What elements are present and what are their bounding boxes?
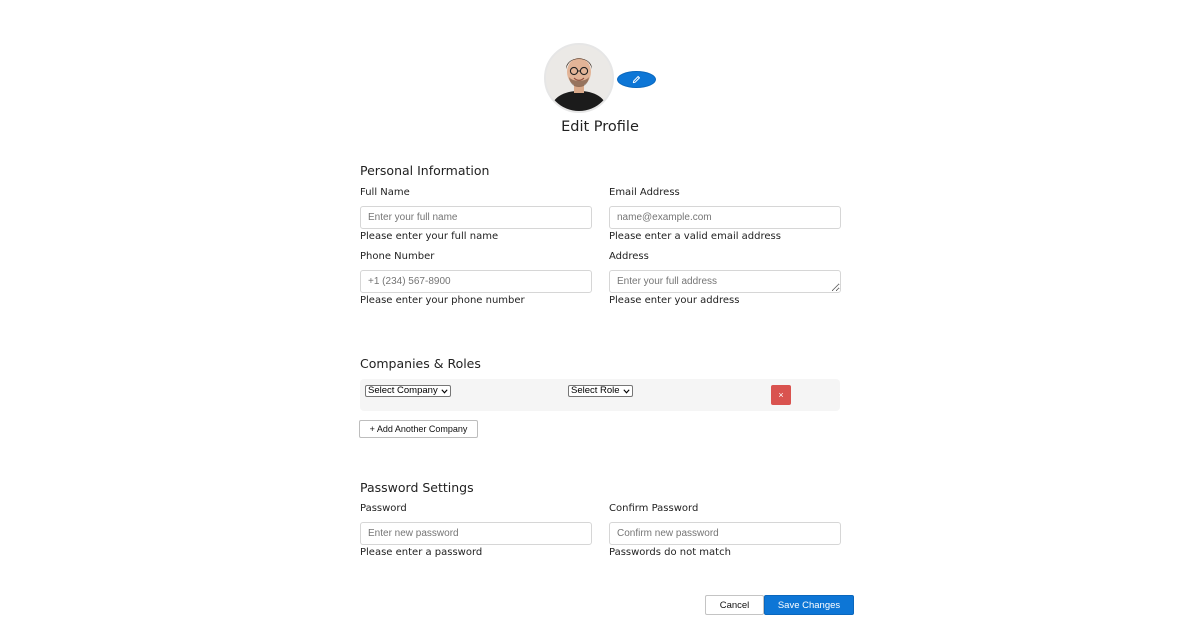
phone-help: Please enter your phone number	[360, 295, 525, 306]
role-select[interactable]: Select Role	[568, 385, 633, 397]
full-name-input[interactable]	[360, 206, 592, 229]
confirm-password-label: Confirm Password	[609, 503, 699, 514]
email-label: Email Address	[609, 187, 680, 198]
pencil-icon	[632, 76, 640, 84]
company-select-value: Select Company	[368, 385, 438, 396]
remove-company-button[interactable]: ×	[771, 385, 791, 405]
password-help: Please enter a password	[360, 547, 483, 558]
confirm-password-input[interactable]	[609, 522, 841, 545]
companies-heading: Companies & Roles	[360, 356, 481, 371]
full-name-label: Full Name	[360, 187, 410, 198]
password-group: Password Please enter a password	[360, 503, 592, 559]
address-group: Address Please enter your address	[609, 251, 841, 307]
address-label: Address	[609, 251, 649, 262]
password-label: Password	[360, 503, 407, 514]
edit-avatar-button[interactable]	[617, 71, 656, 88]
confirm-password-group: Confirm Password Passwords do not match	[609, 503, 841, 559]
password-heading: Password Settings	[360, 480, 474, 495]
chevron-down-icon	[622, 388, 630, 394]
personal-info-heading: Personal Information	[360, 163, 490, 178]
phone-group: Phone Number Please enter your phone num…	[360, 251, 592, 307]
close-icon: ×	[778, 390, 784, 400]
phone-input[interactable]	[360, 270, 592, 293]
email-group: Email Address Please enter a valid email…	[609, 187, 841, 243]
profile-photo	[546, 45, 612, 111]
save-button[interactable]: Save Changes	[764, 595, 854, 615]
password-input[interactable]	[360, 522, 592, 545]
email-input[interactable]	[609, 206, 841, 229]
address-help: Please enter your address	[609, 295, 740, 306]
role-select-value: Select Role	[571, 385, 620, 396]
company-role-row: Select Company Select Role ×	[360, 379, 840, 411]
email-help: Please enter a valid email address	[609, 231, 781, 242]
page-title: Edit Profile	[561, 119, 639, 135]
add-company-button[interactable]: + Add Another Company	[359, 420, 478, 438]
confirm-password-help: Passwords do not match	[609, 547, 731, 558]
address-textarea[interactable]	[609, 270, 841, 293]
avatar[interactable]	[544, 43, 614, 113]
chevron-down-icon	[441, 388, 448, 394]
full-name-group: Full Name Please enter your full name	[360, 187, 592, 243]
company-select[interactable]: Select Company	[365, 385, 451, 397]
full-name-help: Please enter your full name	[360, 231, 499, 242]
phone-label: Phone Number	[360, 251, 435, 262]
avatar-container	[544, 43, 614, 113]
cancel-button[interactable]: Cancel	[705, 595, 764, 615]
